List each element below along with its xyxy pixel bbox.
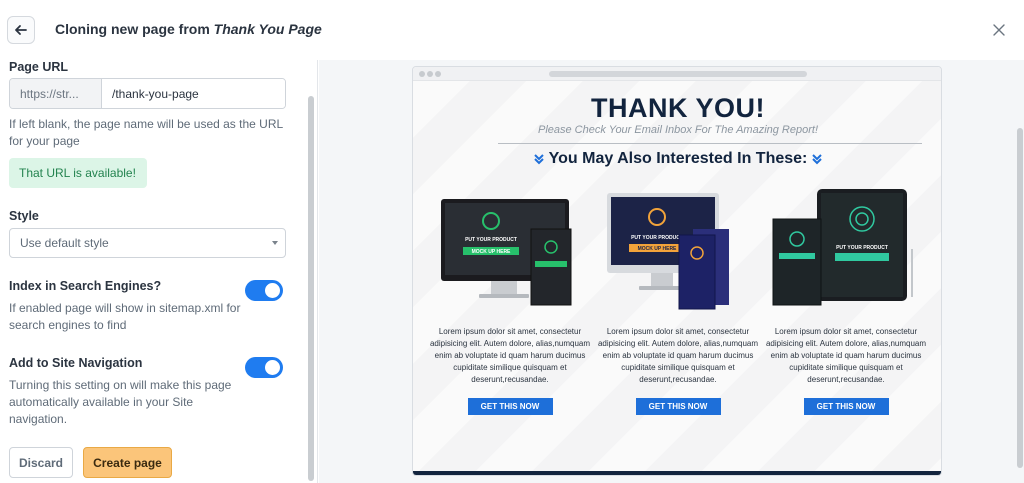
url-help-text: If left blank, the page name will be use…	[9, 117, 283, 148]
get-this-now-button[interactable]: GET THIS NOW	[803, 398, 889, 415]
arrow-left-icon	[15, 25, 27, 35]
page-preview: THANK YOU! Please Check Your Email Inbox…	[412, 66, 942, 476]
nav-toggle[interactable]	[245, 357, 283, 378]
title-page-name: Thank You Page	[213, 21, 322, 37]
double-chevron-down-icon	[533, 154, 544, 165]
preview-panel: THANK YOU! Please Check Your Email Inbox…	[319, 60, 1024, 483]
mock-line2: MOCK UP HERE	[472, 249, 511, 255]
url-prefix: https://str...	[10, 79, 102, 108]
window-dot	[419, 71, 425, 77]
product-card: PUT YOUR PRODUCT MOCK UP HERE Lorem ipsu…	[427, 189, 593, 415]
product-mockup-image: PUT YOUR PRODUCT MOCK UP HERE	[595, 189, 761, 314]
modal-title: Cloning new page from Thank You Page	[55, 21, 322, 37]
toggle-knob	[265, 283, 280, 298]
product-mockup-image: PUT YOUR PRODUCT	[763, 189, 929, 314]
preview-heading: You May Also Interested In These:	[413, 150, 941, 168]
title-prefix: Cloning new page from	[55, 21, 214, 37]
preview-scrollbar[interactable]	[1017, 68, 1023, 473]
left-scrollbar[interactable]	[308, 96, 314, 481]
double-chevron-down-icon	[812, 154, 823, 165]
get-this-now-button[interactable]: GET THIS NOW	[635, 398, 721, 415]
mock-line1: PUT YOUR PRODUCT	[836, 245, 888, 251]
toggle-knob	[265, 360, 280, 375]
mock-line1: PUT YOUR PRODUCT	[631, 235, 683, 241]
index-toggle[interactable]	[245, 280, 283, 301]
card-description: Lorem ipsum dolor sit amet, consectetur …	[765, 327, 927, 384]
window-dot	[435, 71, 441, 77]
mock-line1: PUT YOUR PRODUCT	[465, 237, 517, 243]
index-help-text: If enabled page will show in sitemap.xml…	[9, 301, 241, 332]
index-label: Index in Search Engines?	[9, 279, 162, 293]
caret-down-icon	[272, 241, 278, 245]
preview-title: THANK YOU!	[590, 93, 765, 123]
scrollbar-thumb[interactable]	[1017, 128, 1023, 468]
mock-line2: MOCK UP HERE	[638, 246, 677, 252]
product-card: PUT YOUR PRODUCT Lorem ipsum dolor sit a…	[763, 189, 929, 415]
back-button[interactable]	[7, 16, 35, 44]
address-bar	[549, 71, 807, 77]
nav-label: Add to Site Navigation	[9, 356, 143, 370]
page-url-input[interactable]	[102, 79, 285, 108]
preview-heading-text: You May Also Interested In These:	[548, 150, 808, 167]
create-page-button[interactable]: Create page	[83, 447, 172, 478]
style-select-value: Use default style	[20, 236, 109, 250]
close-icon	[993, 24, 1005, 36]
page-url-field: https://str...	[9, 78, 286, 109]
style-label: Style	[9, 209, 39, 223]
modal-header: Cloning new page from Thank You Page	[0, 0, 1024, 60]
card-description: Lorem ipsum dolor sit amet, consectetur …	[597, 327, 759, 384]
card-description: Lorem ipsum dolor sit amet, consectetur …	[429, 327, 591, 384]
style-select[interactable]: Use default style	[9, 228, 286, 258]
preview-subtitle: Please Check Your Email Inbox For The Am…	[537, 124, 819, 136]
preview-canvas: THANK YOU! Please Check Your Email Inbox…	[413, 81, 941, 475]
divider	[498, 143, 922, 144]
get-this-now-button[interactable]: GET THIS NOW	[467, 398, 553, 415]
settings-panel: Page URL https://str... If left blank, t…	[0, 60, 318, 483]
close-button[interactable]	[989, 20, 1009, 40]
discard-button[interactable]: Discard	[9, 447, 73, 478]
product-mockup-image: PUT YOUR PRODUCT MOCK UP HERE	[427, 189, 593, 314]
window-dot	[427, 71, 433, 77]
browser-bar	[413, 67, 941, 81]
page-url-label: Page URL	[9, 60, 69, 74]
nav-help-text: Turning this setting on will make this p…	[9, 378, 232, 426]
url-available-badge: That URL is available!	[9, 158, 147, 188]
product-card: PUT YOUR PRODUCT MOCK UP HERE Lorem ipsu…	[595, 189, 761, 415]
preview-footer-bar	[413, 471, 941, 475]
